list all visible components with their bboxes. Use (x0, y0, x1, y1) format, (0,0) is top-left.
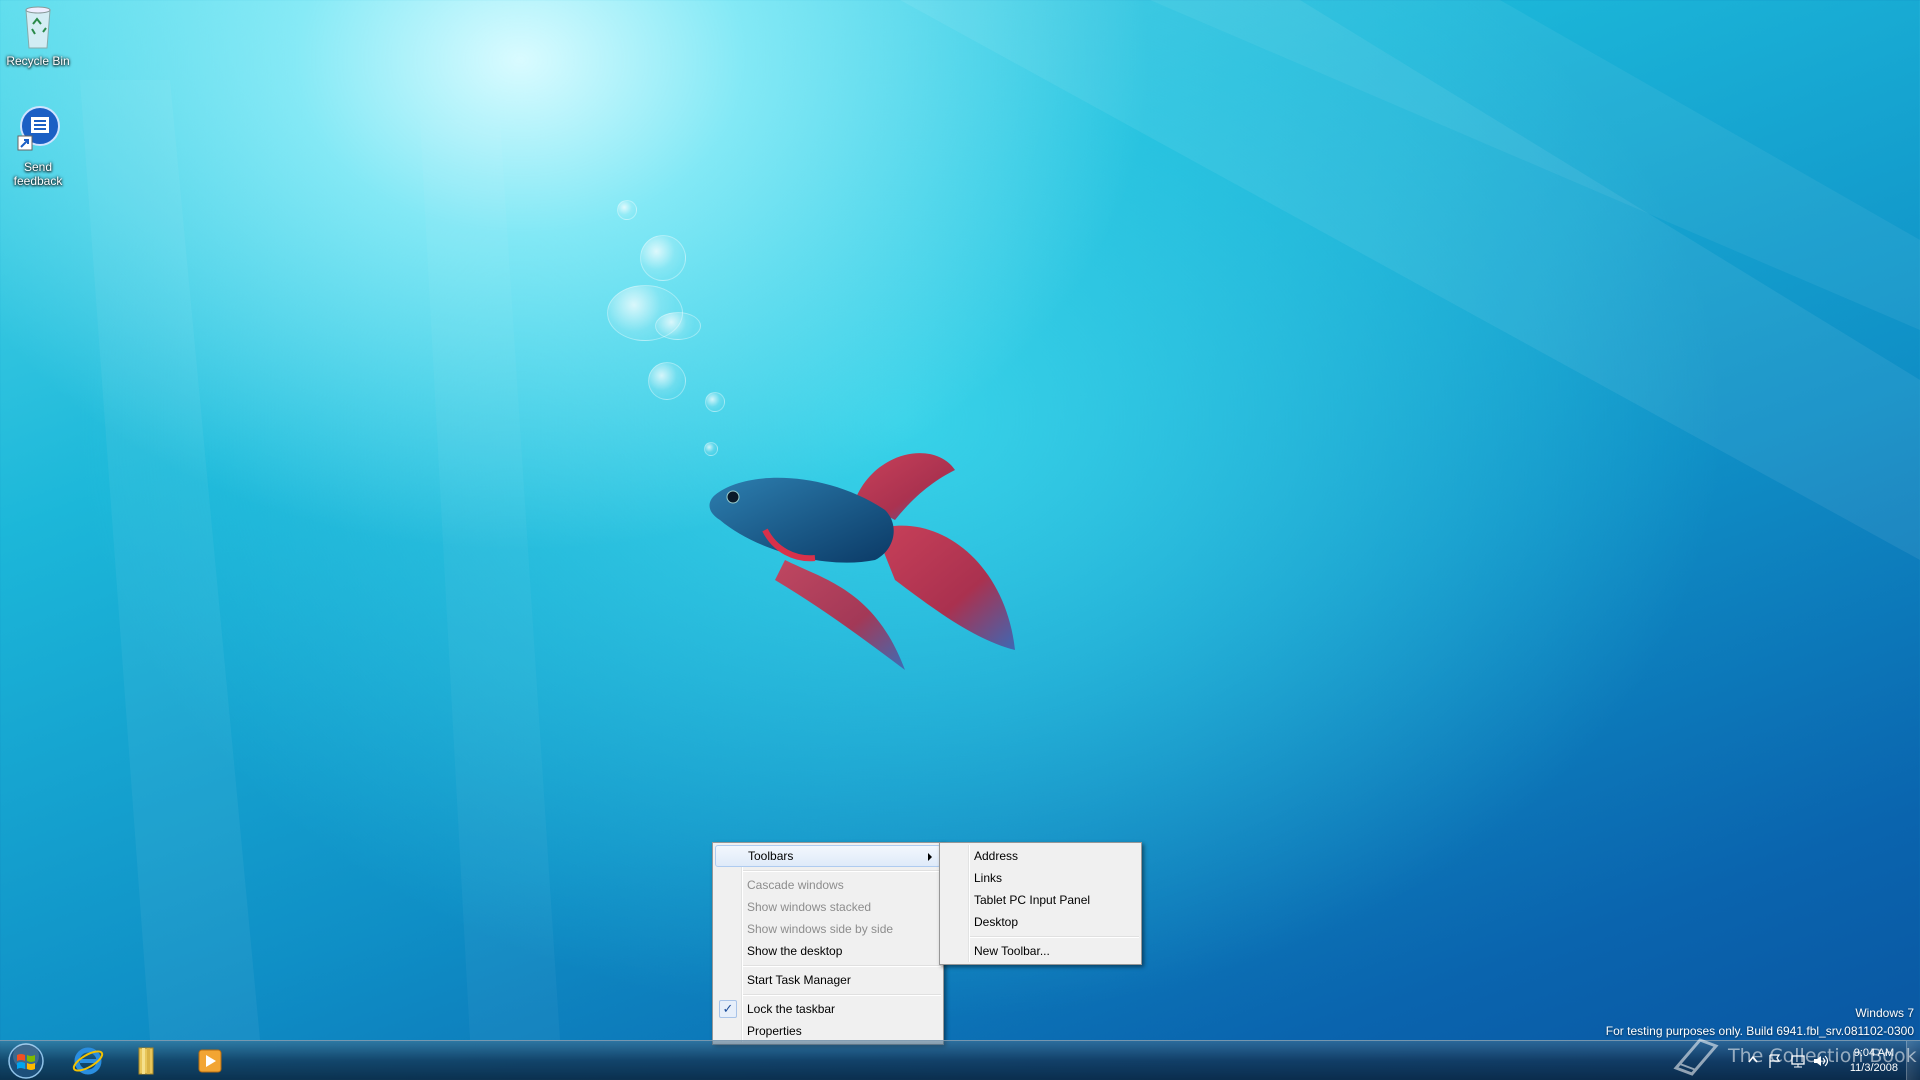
bubble (640, 235, 686, 281)
menu-item-start-task-manager[interactable]: Start Task Manager (713, 969, 943, 991)
book-logo-icon (1673, 1038, 1719, 1076)
watermark-overlay-text: The Collection Book (1728, 1045, 1917, 1067)
os-name-label: Windows 7 (1855, 1006, 1914, 1020)
taskbar-media-player[interactable] (184, 1043, 236, 1079)
desktop-icon-recycle-bin[interactable]: Recycle Bin (0, 2, 76, 68)
menu-item-toolbars[interactable]: Toolbars (715, 845, 941, 867)
submenu-item-tablet-pc-input-panel[interactable]: Tablet PC Input Panel (940, 889, 1141, 911)
menu-item-label: Lock the taskbar (747, 1002, 836, 1016)
menu-item-label: New Toolbar... (974, 944, 1050, 958)
submenu-item-links[interactable]: Links (940, 867, 1141, 889)
folder-libraries-icon (138, 1047, 154, 1075)
start-button[interactable] (4, 1042, 48, 1080)
submenu-item-address[interactable]: Address (940, 845, 1141, 867)
menu-item-properties[interactable]: Properties (713, 1020, 943, 1042)
menu-item-label: Cascade windows (747, 878, 844, 892)
menu-item-lock-the-taskbar[interactable]: ✓ Lock the taskbar (713, 998, 943, 1020)
internet-explorer-icon (72, 1047, 104, 1075)
betta-fish-image (709, 453, 1015, 670)
menu-item-label: Links (974, 871, 1003, 885)
menu-item-label: Desktop (974, 915, 1019, 929)
bubble (648, 362, 686, 400)
menu-separator (713, 962, 943, 969)
windows-orb-icon (8, 1043, 44, 1079)
menu-item-cascade-windows: Cascade windows (713, 874, 943, 896)
collection-book-watermark: The Collection Book (1670, 1034, 1917, 1078)
desktop-icon-label: Send feedback (13, 160, 63, 188)
media-player-icon (198, 1049, 222, 1073)
submenu-arrow-icon (928, 853, 932, 861)
bubble (617, 200, 637, 220)
bubble (705, 392, 725, 412)
bubble (655, 312, 701, 340)
menu-item-show-the-desktop[interactable]: Show the desktop (713, 940, 943, 962)
taskbar-internet-explorer[interactable] (62, 1043, 114, 1079)
menu-item-label: Properties (747, 1024, 802, 1038)
menu-item-label: Show the desktop (747, 944, 843, 958)
menu-item-label: Show windows stacked (747, 900, 872, 914)
taskbar[interactable]: 9:04 AM 11/3/2008 (0, 1040, 1920, 1080)
menu-separator (940, 933, 1141, 940)
menu-separator (713, 991, 943, 998)
desktop-icon-label: Recycle Bin (6, 54, 70, 68)
menu-item-label: Show windows side by side (747, 922, 894, 936)
menu-item-label: Toolbars (748, 849, 794, 863)
toolbars-submenu: Address Links Tablet PC Input Panel Desk… (939, 842, 1142, 965)
menu-separator (713, 867, 943, 874)
submenu-item-desktop[interactable]: Desktop (940, 911, 1141, 933)
submenu-item-new-toolbar[interactable]: New Toolbar... (940, 940, 1141, 962)
menu-item-show-windows-side-by-side: Show windows side by side (713, 918, 943, 940)
send-feedback-icon (14, 106, 62, 156)
taskbar-context-menu: Toolbars Cascade windows Show windows st… (712, 842, 944, 1045)
menu-item-label: Start Task Manager (747, 973, 851, 987)
menu-item-label: Address (974, 849, 1019, 863)
checkmark-icon: ✓ (719, 1000, 737, 1018)
taskbar-windows-explorer[interactable] (120, 1043, 172, 1079)
menu-item-label: Tablet PC Input Panel (974, 893, 1091, 907)
recycle-bin-icon (18, 2, 58, 50)
desktop-icon-send-feedback[interactable]: Send feedback (0, 106, 76, 188)
menu-item-show-windows-stacked: Show windows stacked (713, 896, 943, 918)
